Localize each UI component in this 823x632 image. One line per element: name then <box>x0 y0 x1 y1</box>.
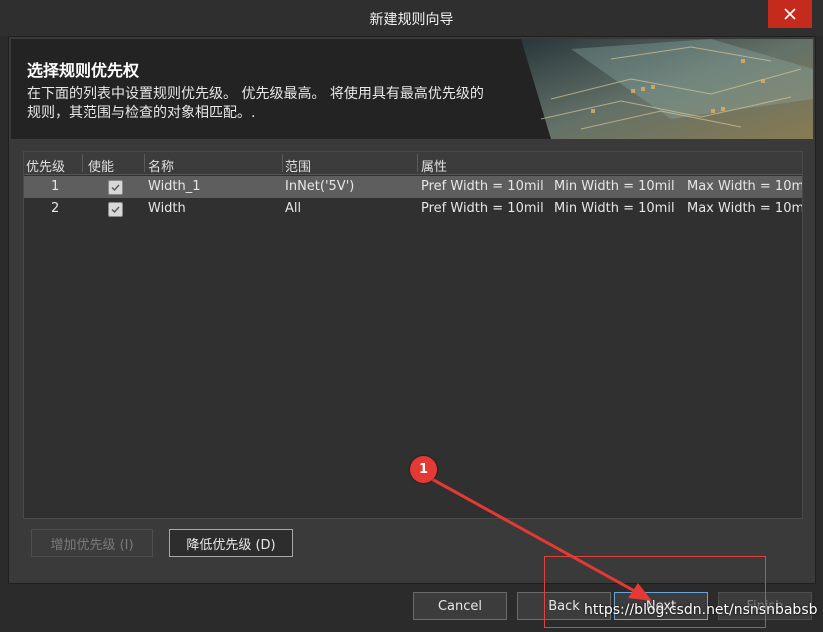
annotation-arrow <box>429 476 652 601</box>
watermark-text: https://blog.csdn.net/nsnsnbabsb <box>584 602 818 618</box>
step-marker: 1 <box>410 456 437 483</box>
